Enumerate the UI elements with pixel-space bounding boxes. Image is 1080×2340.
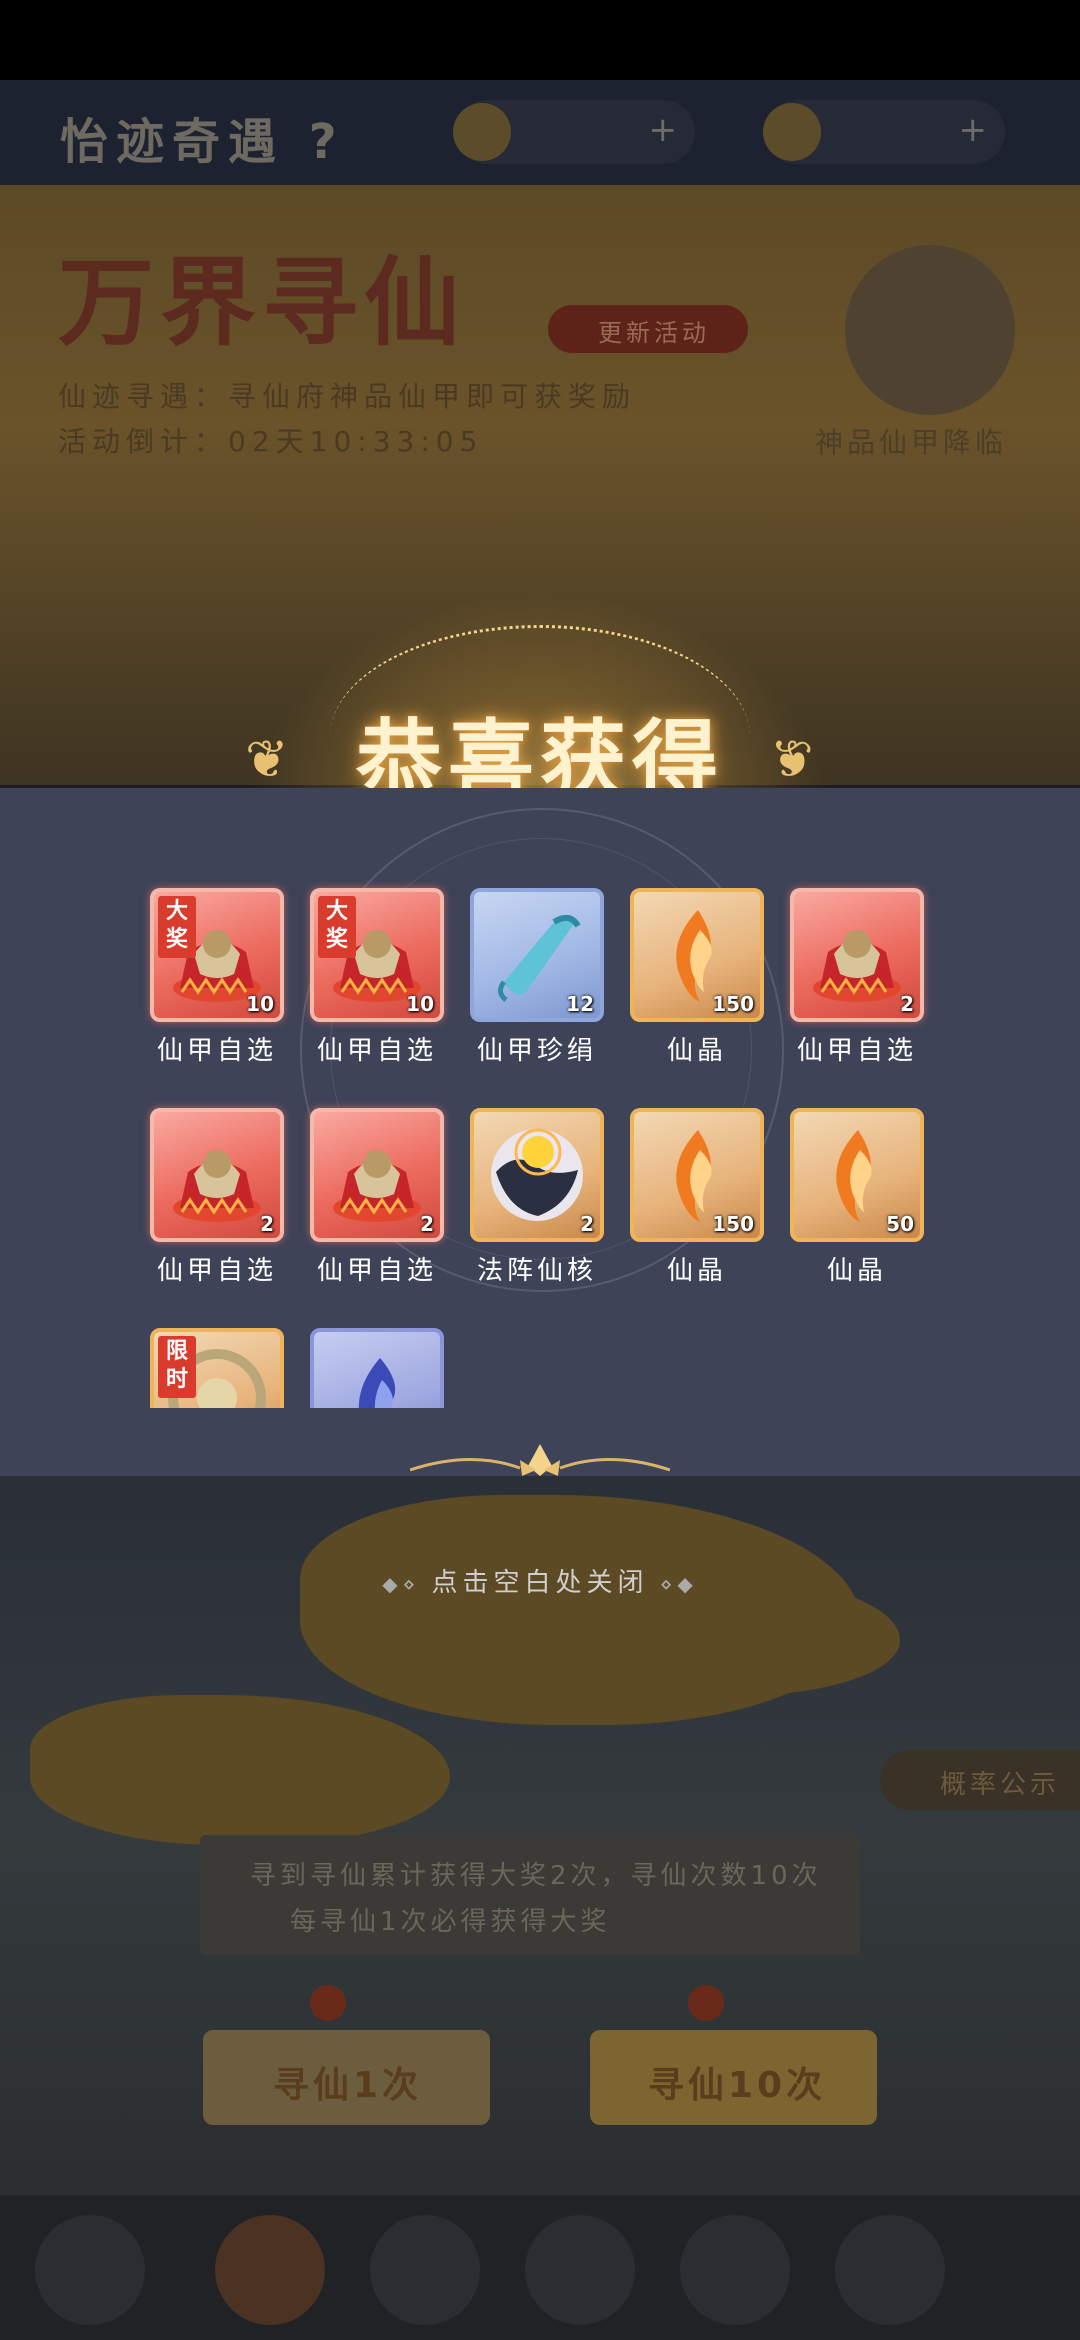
nav-item-4[interactable] <box>680 2215 790 2325</box>
reward-name: 仙晶 <box>666 1256 727 1286</box>
reward-item[interactable]: 限时 <box>150 1328 284 1408</box>
portrait-avatar[interactable] <box>845 245 1015 415</box>
hint-ornament-left: ◆⋄ <box>382 1572 432 1596</box>
reward-name: 仙甲珍绢 <box>476 1036 597 1066</box>
nav-item-3[interactable] <box>525 2215 635 2325</box>
currency-slot-2[interactable]: + <box>763 100 1005 164</box>
coin-icon <box>453 103 511 161</box>
topbar-title: 怡迹奇遇 ? <box>60 114 345 170</box>
hint-ornament-right: ⋄◆ <box>648 1572 698 1596</box>
top-bar: 怡迹奇遇 ? + + <box>0 80 1080 185</box>
reward-name: 仙甲自选 <box>316 1256 437 1286</box>
reward-item[interactable]: 12 <box>470 888 604 1022</box>
banner-pill-label: 更新活动 <box>598 319 710 347</box>
reward-qty: 2 <box>420 1212 434 1236</box>
lotus-ornament <box>410 1444 670 1476</box>
reward-qty: 2 <box>260 1212 274 1236</box>
reward-item[interactable]: 2 <box>470 1108 604 1242</box>
nav-item-2[interactable] <box>370 2215 480 2325</box>
map-landmass <box>30 1695 450 1845</box>
reward-item[interactable]: 150 <box>630 1108 764 1242</box>
reward-item[interactable]: 大奖 10 <box>310 888 444 1022</box>
back-arrow-icon[interactable] <box>35 2215 145 2325</box>
reward-qty: 2 <box>580 1212 594 1236</box>
reward-item[interactable]: 2 <box>790 888 924 1022</box>
reward-name: 仙甲自选 <box>796 1036 917 1066</box>
status-bar <box>0 0 1080 80</box>
desc-line-2: 每寻仙1次必得获得大奖 <box>290 1907 611 1937</box>
banner-line-1: 仙迹寻遇：寻仙府神品仙甲即可获奖励 <box>58 380 637 413</box>
reward-qty: 10 <box>246 992 274 1016</box>
reward-item[interactable]: 大奖 10 <box>150 888 284 1022</box>
reward-name: 仙甲自选 <box>316 1036 437 1066</box>
banner-line-2: 活动倒计：02天10:33:05 <box>58 425 484 458</box>
reward-name: 仙甲自选 <box>156 1036 277 1066</box>
plus-icon: + <box>958 110 988 150</box>
draw-ten-button[interactable]: 寻仙10次 <box>590 2030 877 2125</box>
blue-flame-icon <box>358 1358 396 1408</box>
probability-tab[interactable]: 概率公示 <box>880 1750 1080 1810</box>
reward-name: 仙晶 <box>666 1036 727 1066</box>
currency-slot-1[interactable]: + <box>453 100 695 164</box>
nav-item-5[interactable] <box>835 2215 945 2325</box>
draw-once-button[interactable]: 寻仙1次 <box>203 2030 490 2125</box>
cost-coin-icon <box>310 1985 346 2021</box>
reward-qty: 12 <box>566 992 594 1016</box>
reward-item[interactable]: 50 <box>790 1108 924 1242</box>
plus-icon: + <box>648 110 678 150</box>
draw-description: 寻到寻仙累计获得大奖2次，寻仙次数10次 每寻仙1次必得获得大奖 <box>200 1835 860 1955</box>
reward-item[interactable] <box>310 1328 444 1408</box>
close-hint-text: 点击空白处关闭 <box>431 1568 649 1598</box>
reward-item[interactable]: 2 <box>150 1108 284 1242</box>
probability-tab-label: 概率公示 <box>940 1770 1061 1800</box>
cost-coin-icon <box>688 1985 724 2021</box>
reward-qty: 2 <box>900 992 914 1016</box>
banner-title: 万界寻仙 <box>58 246 466 359</box>
reward-qty: 150 <box>712 1212 754 1236</box>
reward-item[interactable]: 2 <box>310 1108 444 1242</box>
reward-grid: 大奖 10 仙甲自选 大奖 10 仙甲自选 12 仙甲珍绢 150 仙晶 2 仙甲自选 2 仙甲自选 2 仙甲… <box>0 788 1080 1408</box>
reward-name: 法阵仙核 <box>476 1256 597 1286</box>
draw-once-label: 寻仙1次 <box>273 2065 423 2106</box>
draw-ten-label: 寻仙10次 <box>648 2065 827 2106</box>
nav-item-seek[interactable] <box>215 2215 325 2325</box>
reward-qty: 50 <box>886 1212 914 1236</box>
ingot-icon <box>763 103 821 161</box>
reward-qty: 150 <box>712 992 754 1016</box>
reward-qty: 10 <box>406 992 434 1016</box>
reward-tag-badge: 限时 <box>158 1336 196 1398</box>
bottom-nav <box>0 2195 1080 2340</box>
portrait-label: 神品仙甲降临 <box>815 426 1008 459</box>
reward-item[interactable]: 150 <box>630 888 764 1022</box>
reward-name: 仙晶 <box>826 1256 887 1286</box>
close-hint[interactable]: ◆⋄ 点击空白处关闭 ⋄◆ <box>0 1562 1080 1599</box>
banner-pill[interactable]: 更新活动 <box>548 305 748 353</box>
reward-panel: 大奖 10 仙甲自选 大奖 10 仙甲自选 12 仙甲珍绢 150 仙晶 2 仙甲自选 2 仙甲自选 2 仙甲… <box>0 788 1080 1476</box>
reward-name: 仙甲自选 <box>156 1256 277 1286</box>
desc-line-1: 寻到寻仙累计获得大奖2次，寻仙次数10次 <box>250 1861 822 1891</box>
reward-tag-badge: 大奖 <box>318 896 356 958</box>
reward-tag-badge: 大奖 <box>158 896 196 958</box>
